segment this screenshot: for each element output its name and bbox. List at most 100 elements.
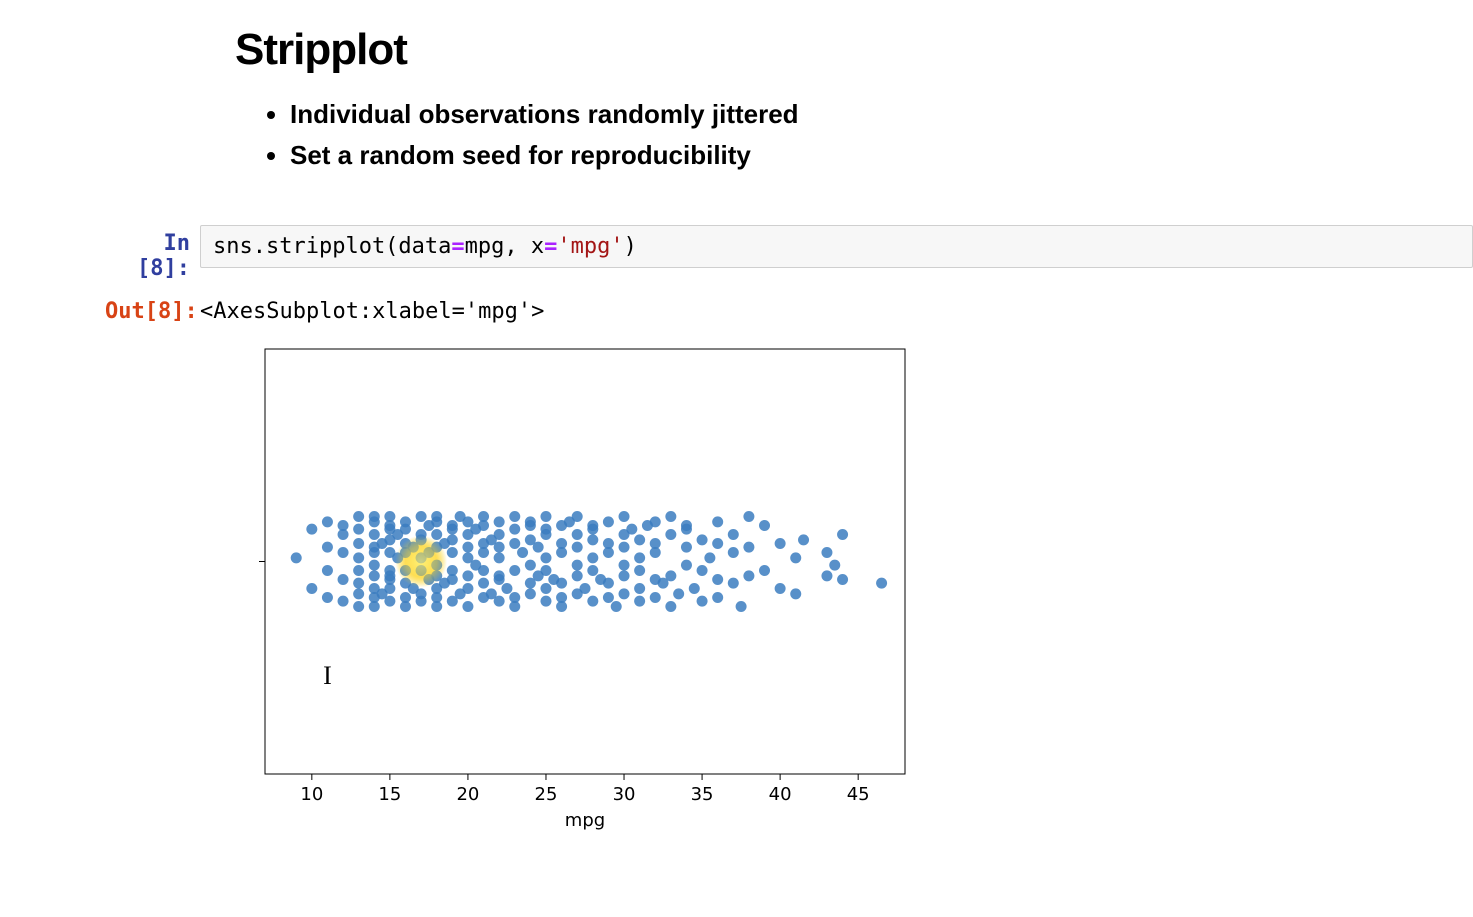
data-point xyxy=(322,565,333,576)
data-point xyxy=(416,511,427,522)
data-point xyxy=(619,570,630,581)
data-point xyxy=(540,511,551,522)
code-op: = xyxy=(451,234,464,259)
code-op: = xyxy=(544,234,557,259)
data-point xyxy=(619,560,630,571)
data-point xyxy=(572,570,583,581)
x-tick-label: 25 xyxy=(535,784,558,805)
data-point xyxy=(665,570,676,581)
data-point xyxy=(369,511,380,522)
data-point xyxy=(689,583,700,594)
data-point xyxy=(712,516,723,527)
data-point xyxy=(603,592,614,603)
data-point xyxy=(353,552,364,563)
data-point xyxy=(384,511,395,522)
data-point xyxy=(509,538,520,549)
data-point xyxy=(540,552,551,563)
data-point xyxy=(338,596,349,607)
data-point xyxy=(509,565,520,576)
data-point xyxy=(697,534,708,545)
data-point xyxy=(619,542,630,553)
x-tick-label: 20 xyxy=(456,784,479,805)
data-point xyxy=(587,520,598,531)
data-point xyxy=(462,570,473,581)
data-point xyxy=(540,583,551,594)
data-point xyxy=(525,588,536,599)
code-input[interactable]: sns.stripplot(data=mpg, x='mpg') xyxy=(200,225,1473,268)
data-point xyxy=(837,529,848,540)
data-point xyxy=(494,542,505,553)
data-point xyxy=(704,552,715,563)
data-point xyxy=(634,596,645,607)
data-point xyxy=(619,588,630,599)
x-tick-label: 10 xyxy=(300,784,323,805)
data-point xyxy=(876,578,887,589)
data-point xyxy=(431,511,442,522)
data-point xyxy=(400,524,411,535)
data-point xyxy=(634,552,645,563)
data-point xyxy=(650,547,661,558)
data-point xyxy=(353,578,364,589)
data-point xyxy=(338,574,349,585)
data-point xyxy=(681,520,692,531)
x-tick-label: 40 xyxy=(769,784,792,805)
data-point xyxy=(353,565,364,576)
x-tick-label: 15 xyxy=(378,784,401,805)
bullet-item: Set a random seed for reproducibility xyxy=(290,136,1473,175)
data-point xyxy=(619,511,630,522)
data-point xyxy=(665,529,676,540)
output-prompt: Out[8]: xyxy=(105,293,200,324)
data-point xyxy=(712,538,723,549)
data-point xyxy=(478,565,489,576)
page-title: Stripplot xyxy=(235,25,1473,75)
data-point xyxy=(572,511,583,522)
data-point xyxy=(462,542,473,553)
data-point xyxy=(517,547,528,558)
data-point xyxy=(384,570,395,581)
data-point xyxy=(384,583,395,594)
data-point xyxy=(494,570,505,581)
text-cursor-icon: I xyxy=(323,661,332,690)
data-point xyxy=(587,565,598,576)
data-point xyxy=(556,601,567,612)
chart-svg: 1015202530354045mpgI xyxy=(255,344,935,854)
x-tick-label: 35 xyxy=(691,784,714,805)
data-point xyxy=(665,511,676,522)
data-point xyxy=(306,524,317,535)
data-point xyxy=(821,570,832,581)
data-point xyxy=(697,596,708,607)
input-prompt: In [8]: xyxy=(105,225,200,281)
data-point xyxy=(353,511,364,522)
data-point xyxy=(353,524,364,535)
data-point xyxy=(837,574,848,585)
data-point xyxy=(478,578,489,589)
data-point xyxy=(369,529,380,540)
data-point xyxy=(572,560,583,571)
data-point xyxy=(353,588,364,599)
data-point xyxy=(509,601,520,612)
stripplot-chart: 1015202530354045mpgI xyxy=(255,344,1473,854)
data-point xyxy=(587,534,598,545)
data-point xyxy=(338,547,349,558)
data-point xyxy=(673,588,684,599)
data-point xyxy=(431,601,442,612)
data-point xyxy=(634,583,645,594)
data-point xyxy=(650,592,661,603)
data-point xyxy=(665,601,676,612)
data-point xyxy=(501,583,512,594)
data-point xyxy=(525,560,536,571)
code-string: 'mpg' xyxy=(557,234,623,259)
data-point xyxy=(728,529,739,540)
data-point xyxy=(572,529,583,540)
data-point xyxy=(322,542,333,553)
data-point xyxy=(587,596,598,607)
data-point xyxy=(775,583,786,594)
data-point xyxy=(494,596,505,607)
data-point xyxy=(462,583,473,594)
data-point xyxy=(353,538,364,549)
data-point xyxy=(743,511,754,522)
input-cell-row: In [8]: sns.stripplot(data=mpg, x='mpg') xyxy=(105,225,1473,281)
data-point xyxy=(634,565,645,576)
data-point xyxy=(572,542,583,553)
data-point xyxy=(322,592,333,603)
